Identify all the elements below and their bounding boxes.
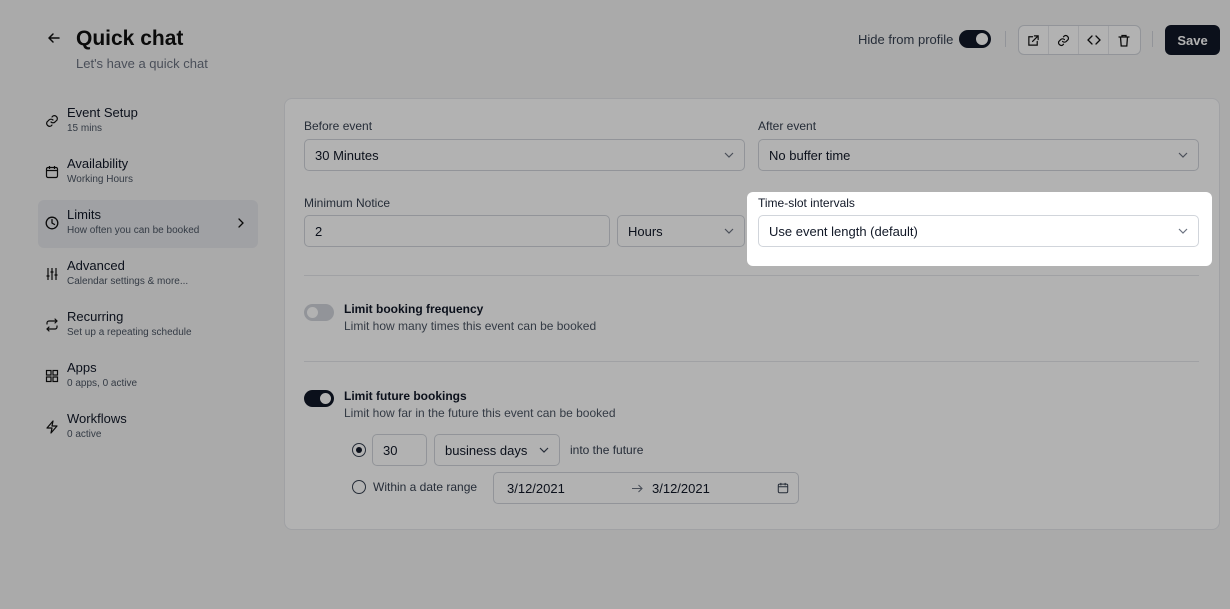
divider [1152,31,1153,47]
chevron-right-icon [238,218,244,228]
sidebar-item-title: Apps [67,360,97,375]
external-link-button[interactable] [1019,26,1049,54]
minimum-notice-label: Minimum Notice [304,196,391,210]
chevron-down-icon [724,152,734,158]
minimum-notice-value: 2 [315,224,323,239]
time-slot-select[interactable]: Use event length (default) [758,215,1199,247]
sidebar-item-apps[interactable]: Apps 0 apps, 0 active [38,353,258,401]
days-value: 30 [383,443,398,458]
sidebar-item-limits[interactable]: Limits How often you can be booked [38,200,258,248]
minimum-notice-unit-select[interactable]: Hours [617,215,745,247]
booking-frequency-toggle[interactable] [304,304,334,321]
future-bookings-desc: Limit how far in the future this event c… [344,406,616,420]
days-input[interactable]: 30 [372,434,427,466]
sidebar-item-title: Advanced [67,258,125,273]
save-button[interactable]: Save [1165,25,1220,55]
embed-button[interactable] [1079,26,1109,54]
section-divider [304,275,1199,276]
external-link-icon [1028,34,1039,46]
repeat-icon [46,318,58,332]
sidebar-item-subtitle: Set up a repeating schedule [67,327,192,338]
page-header: Quick chat Let's have a quick chat Hide … [0,0,1230,90]
before-event-select[interactable]: 30 Minutes [304,139,745,171]
chevron-down-icon [724,228,734,234]
delete-button[interactable] [1109,26,1139,54]
divider [1005,31,1006,47]
time-slot-label: Time-slot intervals [758,196,855,210]
sidebar-item-subtitle: Calendar settings & more... [67,276,189,287]
sidebar-item-title: Availability [67,156,129,171]
date-range-label: Within a date range [373,480,478,494]
booking-frequency-desc: Limit how many times this event can be b… [344,319,597,333]
date-range-radio[interactable] [352,480,366,494]
minimum-notice-input[interactable]: 2 [304,215,610,247]
into-future-text: into the future [570,443,644,457]
before-event-label: Before event [304,119,373,133]
range-start-date: 3/12/2021 [507,481,565,496]
sliders-icon [46,268,58,280]
time-slot-highlight: Time-slot intervals Use event length (de… [747,192,1212,266]
before-event-value: 30 Minutes [315,148,379,163]
code-icon [1086,35,1101,45]
sidebar-item-title: Workflows [67,411,127,426]
sidebar-item-title: Event Setup [67,105,138,120]
calendar-icon [45,166,59,179]
range-end-date: 3/12/2021 [652,481,710,496]
sidebar-item-event-setup[interactable]: Event Setup 15 mins [38,98,258,146]
zap-icon [46,420,58,434]
time-slot-value: Use event length (default) [769,224,918,239]
link-icon [46,115,58,127]
booking-frequency-title: Limit booking frequency [344,302,484,316]
sidebar-item-subtitle: Working Hours [67,174,133,185]
sidebar-item-title: Recurring [67,309,124,324]
copy-link-button[interactable] [1049,26,1079,54]
sidebar-item-advanced[interactable]: Advanced Calendar settings & more... [38,251,258,299]
link-icon [1057,34,1070,46]
back-arrow-icon[interactable] [46,30,62,46]
trash-icon [1118,34,1130,47]
calendar-icon [777,482,789,494]
days-unit-select[interactable]: business days [434,434,560,466]
chevron-down-icon [539,447,549,453]
future-bookings-toggle[interactable] [304,390,334,407]
days-unit: business days [445,443,528,458]
date-range-picker[interactable]: 3/12/2021 3/12/2021 [493,472,799,504]
after-event-value: No buffer time [769,148,851,163]
sidebar-item-availability[interactable]: Availability Working Hours [38,149,258,197]
page-subtitle: Let's have a quick chat [76,56,208,71]
future-bookings-title: Limit future bookings [344,389,467,403]
hide-from-profile-toggle[interactable] [959,30,991,48]
chevron-down-icon [1178,152,1188,158]
sidebar-item-subtitle: 15 mins [67,123,103,134]
sidebar-item-workflows[interactable]: Workflows 0 active [38,404,258,452]
after-event-select[interactable]: No buffer time [758,139,1199,171]
minimum-notice-unit: Hours [628,224,663,239]
sidebar-item-recurring[interactable]: Recurring Set up a repeating schedule [38,302,258,350]
chevron-down-icon [1178,228,1188,234]
sidebar-item-subtitle: 0 active [67,429,102,440]
action-icon-group [1018,25,1141,55]
sidebar-item-subtitle: 0 apps, 0 active [67,378,138,389]
event-settings-sidebar: Event Setup 15 mins Availability Working… [38,98,258,455]
grid-icon [45,369,59,383]
after-event-label: After event [758,119,817,133]
page-title: Quick chat [76,27,184,50]
clock-icon [45,216,59,230]
sidebar-item-subtitle: How often you can be booked [67,225,200,236]
days-radio[interactable] [352,443,366,457]
hide-from-profile-label: Hide from profile [858,32,954,47]
sidebar-item-title: Limits [67,207,101,222]
arrow-right-icon [632,484,643,493]
section-divider [304,361,1199,362]
